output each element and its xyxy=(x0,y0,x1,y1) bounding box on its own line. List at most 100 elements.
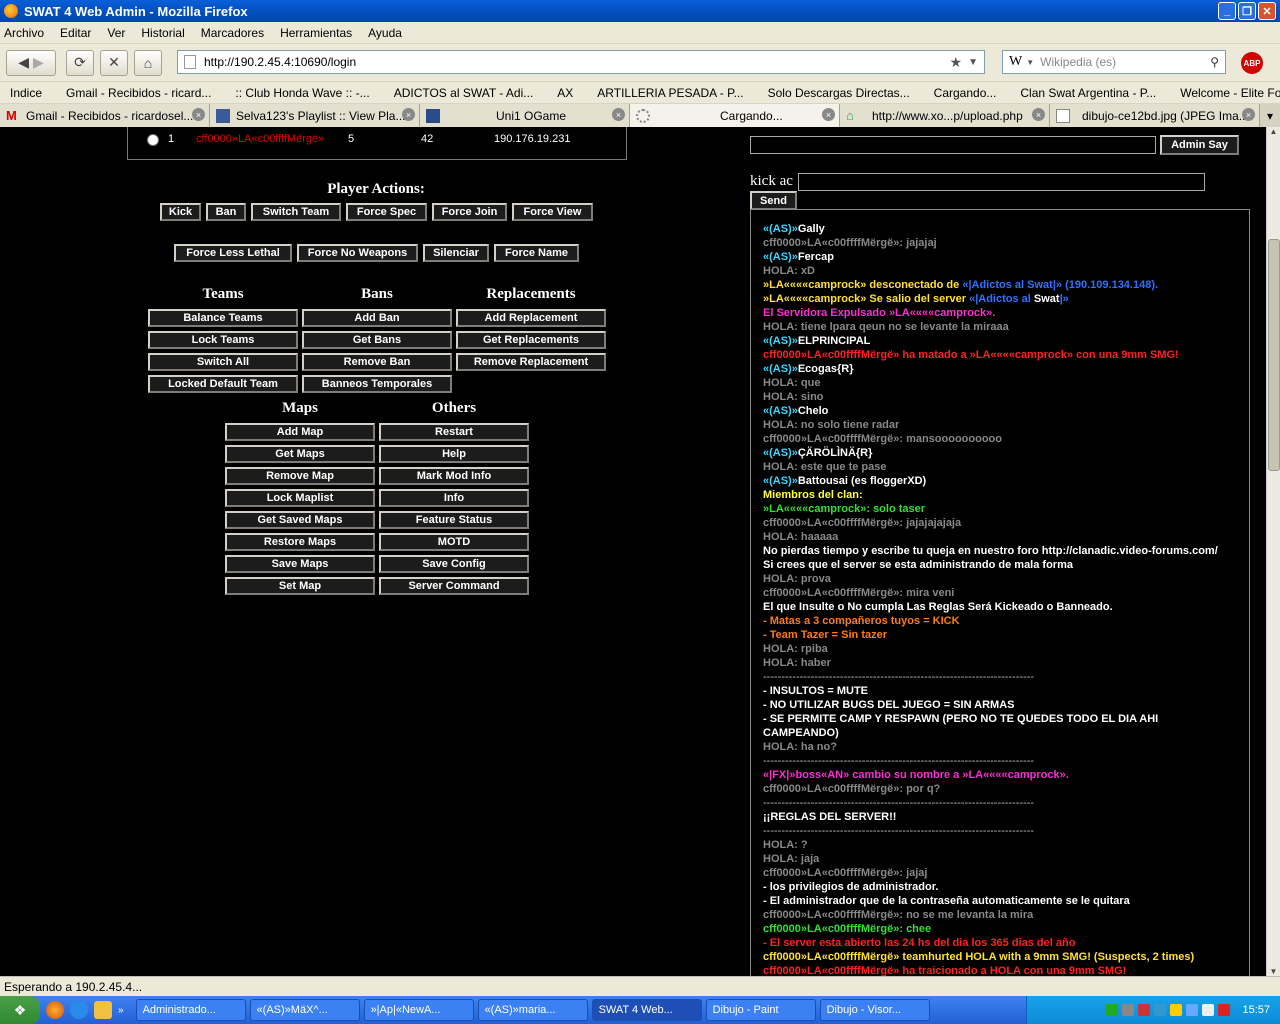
feature-status-button[interactable]: Feature Status xyxy=(379,511,529,529)
restart-button[interactable]: Restart xyxy=(379,423,529,441)
bookmark-item[interactable]: :: Club Honda Wave :: -... xyxy=(235,86,369,100)
remove-replacement-button[interactable]: Remove Replacement xyxy=(456,353,606,371)
server-command-button[interactable]: Server Command xyxy=(379,577,529,595)
save-maps-button[interactable]: Save Maps xyxy=(225,555,375,573)
switch-all-button[interactable]: Switch All xyxy=(148,353,298,371)
get-replacements-button[interactable]: Get Replacements xyxy=(456,331,606,349)
firefox-quicklaunch-icon[interactable] xyxy=(46,1001,64,1019)
bookmark-item[interactable]: Clan Swat Argentina - P... xyxy=(1020,86,1156,100)
tray-app-icon[interactable] xyxy=(1138,1004,1151,1016)
kick-input[interactable] xyxy=(798,173,1205,191)
start-button[interactable]: ❖ xyxy=(0,996,40,1024)
tab-upload[interactable]: ⌂ http://www.xo...p/upload.php × xyxy=(840,104,1050,127)
mark-mod-info-button[interactable]: Mark Mod Info xyxy=(379,467,529,485)
tray-volume-icon[interactable] xyxy=(1202,1004,1215,1016)
save-config-button[interactable]: Save Config xyxy=(379,555,529,573)
force-spec-button[interactable]: Force Spec xyxy=(346,203,427,221)
menu-editar[interactable]: Editar xyxy=(60,26,91,40)
bookmark-item[interactable]: Cargando... xyxy=(934,86,997,100)
quicklaunch-more-icon[interactable]: » xyxy=(118,1005,124,1016)
task-visor[interactable]: Dibujo - Visor... xyxy=(819,999,930,1021)
task-max[interactable]: «(AS)»MäX^... xyxy=(249,999,360,1021)
tab-close-icon[interactable]: × xyxy=(612,108,625,121)
admin-say-button[interactable]: Admin Say xyxy=(1160,135,1239,155)
task-paint[interactable]: Dibujo - Paint xyxy=(705,999,816,1021)
get-maps-button[interactable]: Get Maps xyxy=(225,445,375,463)
tray-network-icon[interactable] xyxy=(1186,1004,1199,1016)
tab-close-icon[interactable]: × xyxy=(1242,108,1255,121)
vertical-scrollbar[interactable]: ▲ ▼ xyxy=(1266,127,1280,976)
bookmark-item[interactable]: ADICTOS al SWAT - Adi... xyxy=(394,86,534,100)
tab-list-icon[interactable]: ▾ xyxy=(1260,104,1280,127)
bookmark-item[interactable]: Indice xyxy=(10,86,42,100)
locked-default-team-button[interactable]: Locked Default Team xyxy=(148,375,298,393)
reload-button[interactable]: ⟳ xyxy=(66,49,94,76)
menu-historial[interactable]: Historial xyxy=(141,26,184,40)
task-newa[interactable]: »|Ap|«NewA... xyxy=(363,999,474,1021)
tab-loading[interactable]: Cargando... × xyxy=(630,104,840,127)
url-bar[interactable]: http://190.2.45.4:10690/login ★ ▼ xyxy=(177,50,985,74)
tray-security-icon[interactable] xyxy=(1218,1004,1231,1016)
menu-ayuda[interactable]: Ayuda xyxy=(368,26,402,40)
dropdown-arrow-icon[interactable]: ▼ xyxy=(968,57,978,68)
stop-button[interactable]: ✕ xyxy=(100,49,128,76)
info-button[interactable]: Info xyxy=(379,489,529,507)
task-administrado[interactable]: Administrado... xyxy=(135,999,246,1021)
set-map-button[interactable]: Set Map xyxy=(225,577,375,595)
force-less-lethal-button[interactable]: Force Less Lethal xyxy=(174,244,292,262)
add-replacement-button[interactable]: Add Replacement xyxy=(456,309,606,327)
search-box[interactable]: W ▼ Wikipedia (es) ⚲ xyxy=(1002,50,1226,74)
bookmark-item[interactable]: Welcome - Elite Force xyxy=(1180,86,1280,100)
tab-image[interactable]: dibujo-ce12bd.jpg (JPEG Ima... × xyxy=(1050,104,1260,127)
adblock-icon[interactable]: ABP xyxy=(1241,52,1263,74)
scroll-up-arrow-icon[interactable]: ▲ xyxy=(1267,127,1280,136)
tray-app-icon[interactable] xyxy=(1106,1004,1119,1016)
tab-gmail[interactable]: M Gmail - Recibidos - ricardosel... × xyxy=(0,104,210,127)
get-saved-maps-button[interactable]: Get Saved Maps xyxy=(225,511,375,529)
send-button[interactable]: Send xyxy=(750,191,797,210)
banneos-temporales-button[interactable]: Banneos Temporales xyxy=(302,375,452,393)
help-button[interactable]: Help xyxy=(379,445,529,463)
ie-quicklaunch-icon[interactable] xyxy=(70,1001,88,1019)
task-swat4-webadmin[interactable]: SWAT 4 Web... xyxy=(591,999,702,1021)
tray-app-icon[interactable] xyxy=(1154,1004,1167,1016)
switch-team-button[interactable]: Switch Team xyxy=(251,203,341,221)
back-forward-button[interactable]: ◀ ▶ xyxy=(6,49,56,76)
restore-maps-button[interactable]: Restore Maps xyxy=(225,533,375,551)
tab-playlist[interactable]: Selva123's Playlist :: View Pla... × xyxy=(210,104,420,127)
bookmark-item[interactable]: Gmail - Recibidos - ricard... xyxy=(66,86,211,100)
close-button[interactable]: ✕ xyxy=(1258,2,1276,20)
ban-button[interactable]: Ban xyxy=(206,203,246,221)
balance-teams-button[interactable]: Balance Teams xyxy=(148,309,298,327)
search-icon[interactable]: ⚲ xyxy=(1210,55,1219,69)
lock-teams-button[interactable]: Lock Teams xyxy=(148,331,298,349)
tab-close-icon[interactable]: × xyxy=(402,108,415,121)
remove-ban-button[interactable]: Remove Ban xyxy=(302,353,452,371)
tab-ogame[interactable]: Uni1 OGame × xyxy=(420,104,630,127)
kick-button[interactable]: Kick xyxy=(160,203,201,221)
add-ban-button[interactable]: Add Ban xyxy=(302,309,452,327)
bookmark-item[interactable]: ARTILLERIA PESADA - P... xyxy=(597,86,743,100)
player-select-radio[interactable] xyxy=(147,134,159,146)
force-no-weapons-button[interactable]: Force No Weapons xyxy=(297,244,418,262)
menu-marcadores[interactable]: Marcadores xyxy=(201,26,264,40)
silenciar-button[interactable]: Silenciar xyxy=(423,244,489,262)
tab-close-icon[interactable]: × xyxy=(822,108,835,121)
add-map-button[interactable]: Add Map xyxy=(225,423,375,441)
search-engine-dropdown-icon[interactable]: ▼ xyxy=(1026,58,1034,67)
admin-say-input[interactable] xyxy=(750,136,1156,154)
maximize-button[interactable]: ❐ xyxy=(1238,2,1256,20)
scrollbar-thumb[interactable] xyxy=(1268,239,1280,471)
tab-close-icon[interactable]: × xyxy=(192,108,205,121)
minimize-button[interactable]: _ xyxy=(1218,2,1236,20)
menu-archivo[interactable]: Archivo xyxy=(4,26,44,40)
bookmark-item[interactable]: AX xyxy=(557,86,573,100)
scroll-down-arrow-icon[interactable]: ▼ xyxy=(1267,967,1280,976)
menu-herramientas[interactable]: Herramientas xyxy=(280,26,352,40)
tray-app-icon[interactable] xyxy=(1170,1004,1183,1016)
bookmark-star-icon[interactable]: ★ xyxy=(949,54,962,71)
motd-button[interactable]: MOTD xyxy=(379,533,529,551)
menu-ver[interactable]: Ver xyxy=(107,26,125,40)
app-quicklaunch-icon[interactable] xyxy=(94,1001,112,1019)
tab-close-icon[interactable]: × xyxy=(1032,108,1045,121)
